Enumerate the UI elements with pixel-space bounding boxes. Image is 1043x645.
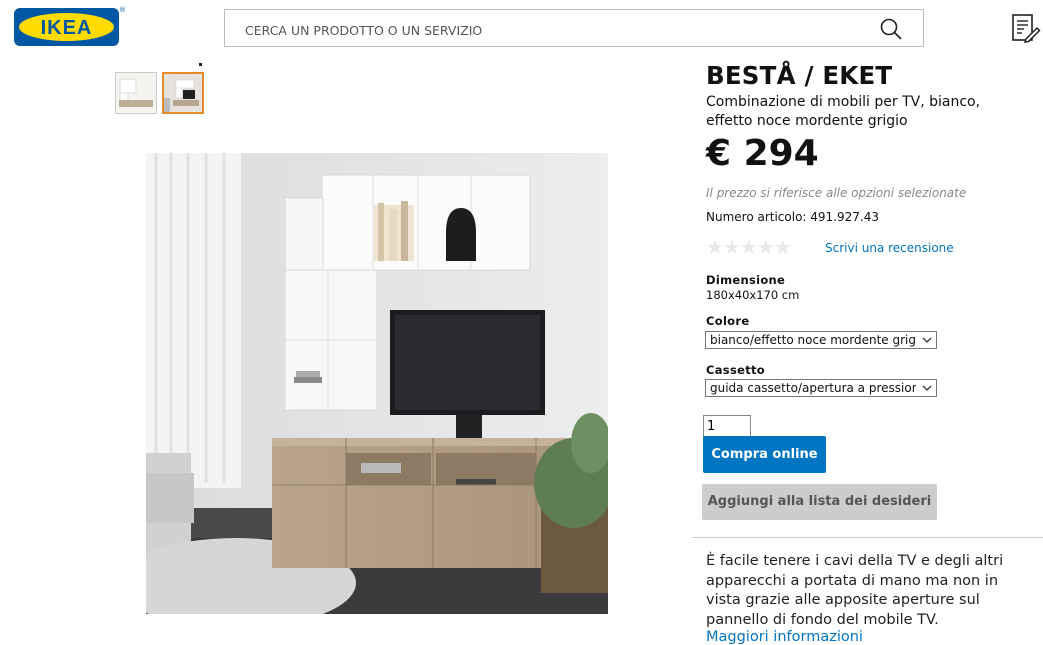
write-review-link[interactable]: Scrivi una recensione <box>825 241 954 255</box>
add-to-wishlist-button[interactable]: Aggiungi alla lista dei desideri <box>702 484 937 520</box>
rating-stars: ★★★★★ <box>706 235 792 259</box>
color-select-value: bianco/effetto noce mordente grigio <box>710 333 916 347</box>
thumbnail-1-image <box>119 78 153 107</box>
chevron-down-icon <box>921 334 933 346</box>
more-info-link[interactable]: Maggiori informazioni <box>706 629 863 645</box>
logo-text: IKEA <box>40 17 93 39</box>
shopping-list-icon[interactable] <box>1011 13 1041 43</box>
drawer-label: Cassetto <box>706 363 765 377</box>
gallery-indicator <box>199 63 202 66</box>
product-price: € 294 <box>706 133 819 174</box>
product-image <box>146 153 608 614</box>
product-long-description: È facile tenere i cavi della TV e degli … <box>706 553 1004 628</box>
thumbnail-2-image <box>164 74 202 112</box>
chevron-down-icon <box>921 382 933 394</box>
search-input[interactable] <box>243 19 847 41</box>
search-bar <box>224 9 924 47</box>
drawer-select[interactable]: guida cassetto/apertura a pressione <box>705 379 937 397</box>
dimension-label: Dimensione <box>706 273 786 287</box>
section-divider <box>692 537 1043 538</box>
price-note: Il prezzo si riferisce alle opzioni sele… <box>706 186 967 200</box>
color-label: Colore <box>706 314 750 328</box>
buy-online-button[interactable]: Compra online <box>703 436 826 473</box>
search-icon[interactable] <box>879 17 903 41</box>
ikea-logo[interactable]: IKEA <box>14 8 119 46</box>
drawer-select-value: guida cassetto/apertura a pressione <box>710 381 916 395</box>
product-description: Combinazione di mobili per TV, bianco, e… <box>706 94 981 129</box>
thumbnail-2[interactable] <box>162 72 204 114</box>
registered-mark: ® <box>119 6 126 14</box>
thumbnail-1[interactable] <box>115 72 157 114</box>
quantity-input[interactable] <box>703 415 751 437</box>
product-title: BESTÅ / EKET <box>706 61 893 90</box>
dimension-value: 180x40x170 cm <box>706 288 800 302</box>
article-number: Numero articolo: 491.927.43 <box>706 210 879 224</box>
color-select[interactable]: bianco/effetto noce mordente grigio <box>705 331 937 349</box>
